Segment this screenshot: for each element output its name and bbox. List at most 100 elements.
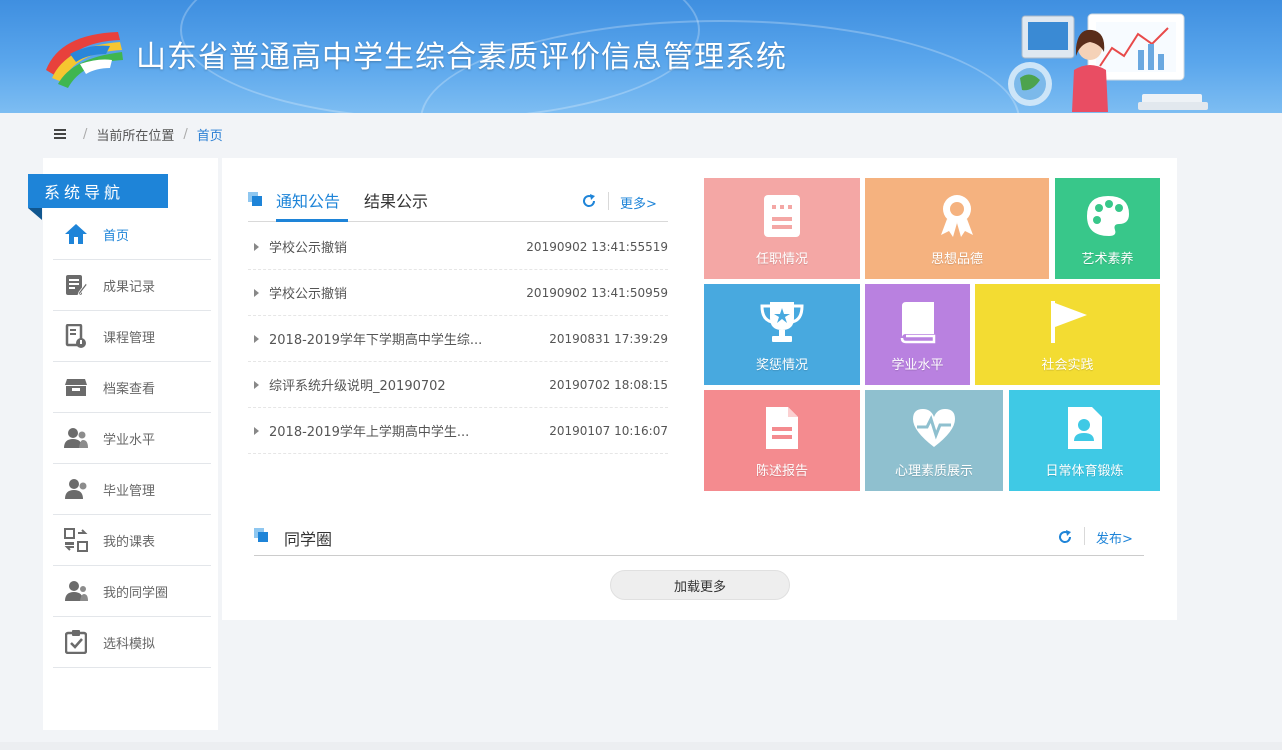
notice-tabs: 通知公告 结果公示 更多> <box>248 178 668 222</box>
sidebar-item-label: 毕业管理 <box>103 483 156 499</box>
menu-icon[interactable] <box>54 129 66 139</box>
classmates-title: 同学圈 <box>284 530 333 549</box>
tile-label: 心理素质展示 <box>894 464 973 479</box>
bullet-triangle-icon <box>254 380 259 389</box>
breadcrumb-separator: / <box>83 126 88 142</box>
notice-item[interactable]: 2018-2019学年上学期高中学生... 20190107 10:16:07 <box>248 408 668 454</box>
section-square-icon <box>254 528 268 542</box>
site-title: 山东省普通高中学生综合素质评价信息管理系统 <box>136 40 787 75</box>
sidebar-item-records[interactable]: 成果记录 <box>53 260 211 311</box>
tile-daily-exercise[interactable]: 日常体育锻炼 <box>1009 390 1160 491</box>
more-notices-link[interactable]: 更多> <box>620 193 657 212</box>
classmates-section-header: 同学圈 发布> <box>254 516 1144 556</box>
sidebar-item-label: 档案查看 <box>103 381 156 397</box>
sidebar-item-label: 成果记录 <box>103 279 156 295</box>
tile-academic[interactable]: 学业水平 <box>865 284 970 385</box>
notice-item[interactable]: 学校公示撤销 20190902 13:41:50959 <box>248 270 668 316</box>
sidebar-item-label: 选科模拟 <box>103 636 156 652</box>
tile-awards[interactable]: 奖惩情况 <box>704 284 860 385</box>
sidebar-item-archive[interactable]: 档案查看 <box>53 362 211 413</box>
tile-label: 艺术素养 <box>1081 252 1134 267</box>
tile-position[interactable]: 任职情况 <box>704 178 860 279</box>
tile-morality[interactable]: 思想品德 <box>865 178 1049 279</box>
bullet-triangle-icon <box>254 426 259 435</box>
sidebar-item-label: 我的同学圈 <box>103 585 169 601</box>
sidebar-item-label: 课程管理 <box>103 330 156 346</box>
notice-title: 2018-2019学年上学期高中学生... <box>269 425 470 440</box>
tab-notices[interactable]: 通知公告 <box>276 188 340 212</box>
tab-results[interactable]: 结果公示 <box>364 188 428 212</box>
refresh-icon[interactable] <box>1057 529 1073 545</box>
main-panel: 通知公告 结果公示 更多> 学校公示撤销 20190902 13:41:5551… <box>222 158 1177 620</box>
edit-note-icon <box>63 272 89 298</box>
bullet-triangle-icon <box>254 288 259 297</box>
medal-icon <box>933 190 981 242</box>
palette-icon <box>1084 190 1132 242</box>
sidebar-item-subject-simulation[interactable]: 选科模拟 <box>53 617 211 668</box>
sidebar: 系统导航 首页 成果记录 课程管理 档案查看 学业水平 毕业管理 我的课表 我的… <box>28 158 218 730</box>
tile-label: 陈述报告 <box>755 464 808 479</box>
notice-item[interactable]: 综评系统升级说明_20190702 20190702 18:08:15 <box>248 362 668 408</box>
notice-time: 20190902 13:41:55519 <box>526 239 668 254</box>
sidebar-heading: 系统导航 <box>28 174 168 220</box>
tile-social-practice[interactable]: 社会实践 <box>975 284 1160 385</box>
refresh-icon[interactable] <box>581 193 597 209</box>
section-square-icon <box>248 192 262 206</box>
publish-link[interactable]: 发布> <box>1096 528 1133 547</box>
notice-item[interactable]: 2018-2019学年下学期高中学生综... 20190831 17:39:29 <box>248 316 668 362</box>
tile-statement-report[interactable]: 陈述报告 <box>704 390 860 491</box>
archive-box-icon <box>63 374 89 400</box>
sidebar-item-graduation[interactable]: 毕业管理 <box>53 464 211 515</box>
classmates-icon <box>63 578 89 604</box>
divider <box>608 192 609 210</box>
notice-title: 学校公示撤销 <box>269 241 348 256</box>
tile-label: 学业水平 <box>891 358 944 373</box>
notice-title: 2018-2019学年下学期高中学生综... <box>269 333 483 348</box>
tile-label: 任职情况 <box>755 252 808 267</box>
users-icon <box>63 425 89 451</box>
sidebar-item-classmates[interactable]: 我的同学圈 <box>53 566 211 617</box>
active-tab-indicator <box>276 219 348 222</box>
tile-label: 奖惩情况 <box>755 358 808 373</box>
notice-title: 综评系统升级说明_20190702 <box>269 379 446 394</box>
sidebar-item-label: 学业水平 <box>103 432 156 448</box>
flag-icon <box>1044 296 1092 348</box>
notice-title: 学校公示撤销 <box>269 287 348 302</box>
clipboard-check-icon <box>63 629 89 655</box>
breadcrumb-current[interactable]: 首页 <box>197 125 223 144</box>
sidebar-item-schedule[interactable]: 我的课表 <box>53 515 211 566</box>
sidebar-item-home[interactable]: 首页 <box>53 209 211 260</box>
notice-time: 20190902 13:41:50959 <box>526 285 668 300</box>
notice-time: 20190107 10:16:07 <box>549 423 668 438</box>
course-icon <box>63 323 89 349</box>
schedule-icon <box>63 527 89 553</box>
footer <box>0 742 1282 750</box>
teacher-illustration-icon <box>1008 13 1208 112</box>
notice-time: 20190702 18:08:15 <box>549 377 668 392</box>
sidebar-item-academic[interactable]: 学业水平 <box>53 413 211 464</box>
document-icon <box>758 190 806 242</box>
report-icon <box>758 402 806 454</box>
heart-pulse-icon <box>910 402 958 454</box>
trophy-icon <box>758 296 806 348</box>
breadcrumb-separator: / <box>183 126 188 142</box>
tile-label: 社会实践 <box>1041 358 1094 373</box>
sidebar-item-label: 我的课表 <box>103 534 156 550</box>
breadcrumb-location-label: 当前所在位置 <box>96 128 175 144</box>
sidebar-nav: 首页 成果记录 课程管理 档案查看 学业水平 毕业管理 我的课表 我的同学圈 选… <box>53 209 211 668</box>
id-card-icon <box>1061 402 1109 454</box>
breadcrumb: / 当前所在位置 / 首页 <box>54 124 223 144</box>
divider <box>1084 527 1085 545</box>
tile-mental-health[interactable]: 心理素质展示 <box>865 390 1003 491</box>
load-more-button[interactable]: 加载更多 <box>610 570 790 600</box>
graduate-icon <box>63 476 89 502</box>
tile-label: 日常体育锻炼 <box>1045 464 1124 479</box>
tile-label: 思想品德 <box>930 252 983 267</box>
notice-time: 20190831 17:39:29 <box>549 331 668 346</box>
bullet-triangle-icon <box>254 242 259 251</box>
header-banner: 山东省普通高中学生综合素质评价信息管理系统 <box>0 0 1282 113</box>
tile-art[interactable]: 艺术素养 <box>1055 178 1160 279</box>
notice-item[interactable]: 学校公示撤销 20190902 13:41:55519 <box>248 224 668 270</box>
sidebar-item-courses[interactable]: 课程管理 <box>53 311 211 362</box>
book-icon <box>894 296 942 348</box>
